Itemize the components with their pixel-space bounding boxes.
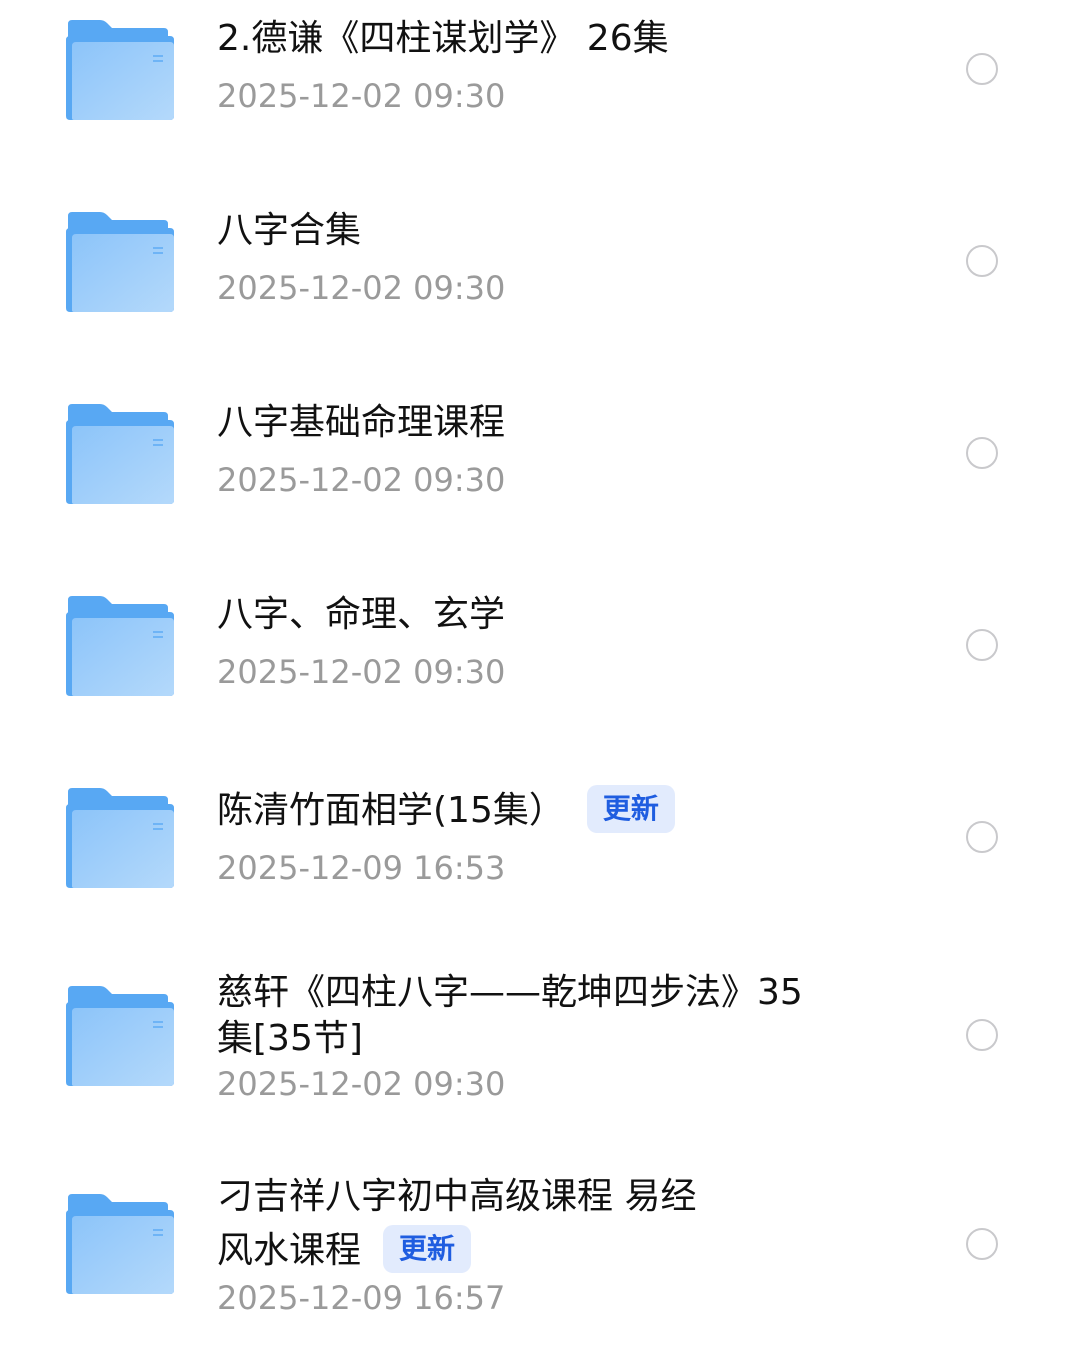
folder-title: 陈清竹面相学(15集） 更新 (217, 785, 867, 834)
list-item[interactable]: 慈轩《四柱八字——乾坤四步法》35 集[35节] 2025-12-02 09:3… (0, 960, 1069, 1130)
folder-title: 八字合集 (217, 210, 362, 251)
folder-icon (66, 212, 174, 312)
folder-title-text: 风水课程 (217, 1230, 362, 1271)
folder-date: 2025-12-02 09:30 (217, 77, 506, 115)
folder-icon (66, 986, 174, 1086)
list-item[interactable]: 陈清竹面相学(15集） 更新 2025-12-09 16:53 (0, 768, 1069, 918)
folder-icon (66, 20, 174, 120)
list-item[interactable]: 刁吉祥八字初中高级课程 易经 风水课程 更新 2025-12-09 16:57 (0, 1168, 1069, 1358)
folder-date: 2025-12-02 09:30 (217, 1065, 506, 1103)
folder-title: 刁吉祥八字初中高级课程 易经 风水课程 更新 (217, 1176, 697, 1273)
update-badge: 更新 (586, 785, 675, 833)
folder-date: 2025-12-02 09:30 (217, 269, 506, 307)
folder-title: 八字基础命理课程 (217, 402, 506, 443)
list-item[interactable]: 八字基础命理课程 2025-12-02 09:30 (0, 384, 1069, 534)
list-item[interactable]: 八字合集 2025-12-02 09:30 (0, 192, 1069, 342)
folder-icon (66, 404, 174, 504)
folder-date: 2025-12-02 09:30 (217, 653, 506, 691)
select-radio[interactable] (966, 1228, 998, 1260)
folder-icon (66, 788, 174, 888)
select-radio[interactable] (966, 53, 998, 85)
folder-title: 慈轩《四柱八字——乾坤四步法》35 集[35节] (217, 972, 803, 1059)
folder-title: 2.德谦《四柱谋划学》 26集 (217, 18, 669, 59)
folder-date: 2025-12-09 16:53 (217, 849, 506, 887)
select-radio[interactable] (966, 629, 998, 661)
update-badge: 更新 (383, 1225, 472, 1273)
folder-date: 2025-12-02 09:30 (217, 461, 506, 499)
list-item[interactable]: 2.德谦《四柱谋划学》 26集 2025-12-02 09:30 (0, 0, 1069, 150)
list-item[interactable]: 八字、命理、玄学 2025-12-02 09:30 (0, 576, 1069, 726)
folder-icon (66, 596, 174, 696)
select-radio[interactable] (966, 821, 998, 853)
select-radio[interactable] (966, 437, 998, 469)
select-radio[interactable] (966, 1019, 998, 1051)
select-radio[interactable] (966, 245, 998, 277)
folder-date: 2025-12-09 16:57 (217, 1279, 506, 1317)
folder-title: 八字、命理、玄学 (217, 594, 506, 635)
folder-title-text: 陈清竹面相学(15集） (217, 790, 565, 831)
folder-icon (66, 1194, 174, 1294)
